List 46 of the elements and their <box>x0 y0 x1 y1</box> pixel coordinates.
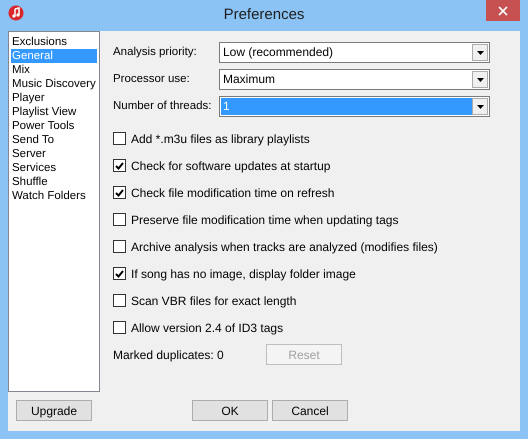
dropdown-label: Analysis priority: <box>113 44 198 60</box>
sidebar-item[interactable]: Send To <box>11 133 97 147</box>
dropdown-label: Processor use: <box>113 72 191 87</box>
dialog-button[interactable]: OK <box>192 400 268 421</box>
checkbox-label: Preserve file modification time when updating tags <box>131 212 398 228</box>
dropdown-arrow-icon <box>476 50 484 54</box>
checkbox-label: Scan VBR files for exact length <box>131 292 296 310</box>
upgrade-button[interactable]: Upgrade <box>16 400 92 421</box>
dialog-button[interactable]: Cancel <box>272 400 348 421</box>
checkbox[interactable] <box>113 294 126 307</box>
sidebar-item[interactable]: Exclusions <box>11 35 97 49</box>
sidebar-item[interactable]: Watch Folders <box>11 189 97 203</box>
checkbox[interactable] <box>113 132 126 145</box>
checkmark-icon <box>115 162 124 170</box>
dropdown-field[interactable]: Maximum <box>219 69 490 90</box>
checkbox-label: If song has no image, display folder image <box>131 266 356 282</box>
sidebar-item[interactable]: Mix <box>11 63 97 77</box>
close-icon <box>498 6 508 16</box>
dropdown-label: Number of threads: <box>113 98 212 114</box>
music-note-icon <box>8 5 24 21</box>
checkmark-icon <box>115 270 124 278</box>
checkbox[interactable] <box>113 267 126 280</box>
sidebar-item[interactable]: Power Tools <box>11 119 97 133</box>
dropdown-field[interactable]: Low (recommended) <box>219 42 490 63</box>
dropdown-arrow-icon <box>476 78 484 82</box>
checkbox-label: Check for software updates at startup <box>131 158 330 174</box>
checkbox[interactable] <box>113 240 126 253</box>
checkbox[interactable] <box>113 213 126 226</box>
sidebar-item[interactable]: Services <box>11 161 97 175</box>
marked-duplicates-label: Marked duplicates: 0 <box>113 346 225 364</box>
checkbox-label: Check file modification time on refresh <box>131 184 334 202</box>
sidebar-item[interactable]: Player <box>11 91 97 105</box>
sidebar-item[interactable]: Music Discovery <box>11 77 97 91</box>
sidebar-item[interactable]: Playlist View <box>11 105 97 119</box>
checkbox-label: Add *.m3u files as library playlists <box>131 130 310 148</box>
sidebar-item[interactable]: Shuffle <box>11 175 97 189</box>
checkbox-label: Allow version 2.4 of ID3 tags <box>131 320 284 336</box>
checkbox-label: Archive analysis when tracks are analyzed (modifies files) <box>131 238 438 256</box>
sidebar-item[interactable]: Server <box>11 147 97 161</box>
close-button[interactable] <box>486 0 520 21</box>
checkbox[interactable] <box>113 321 126 334</box>
checkbox[interactable] <box>113 159 126 172</box>
dropdown-arrow-icon <box>476 104 484 108</box>
checkmark-icon <box>115 188 124 196</box>
window-title: Preferences <box>224 5 304 26</box>
checkbox[interactable] <box>113 186 126 199</box>
